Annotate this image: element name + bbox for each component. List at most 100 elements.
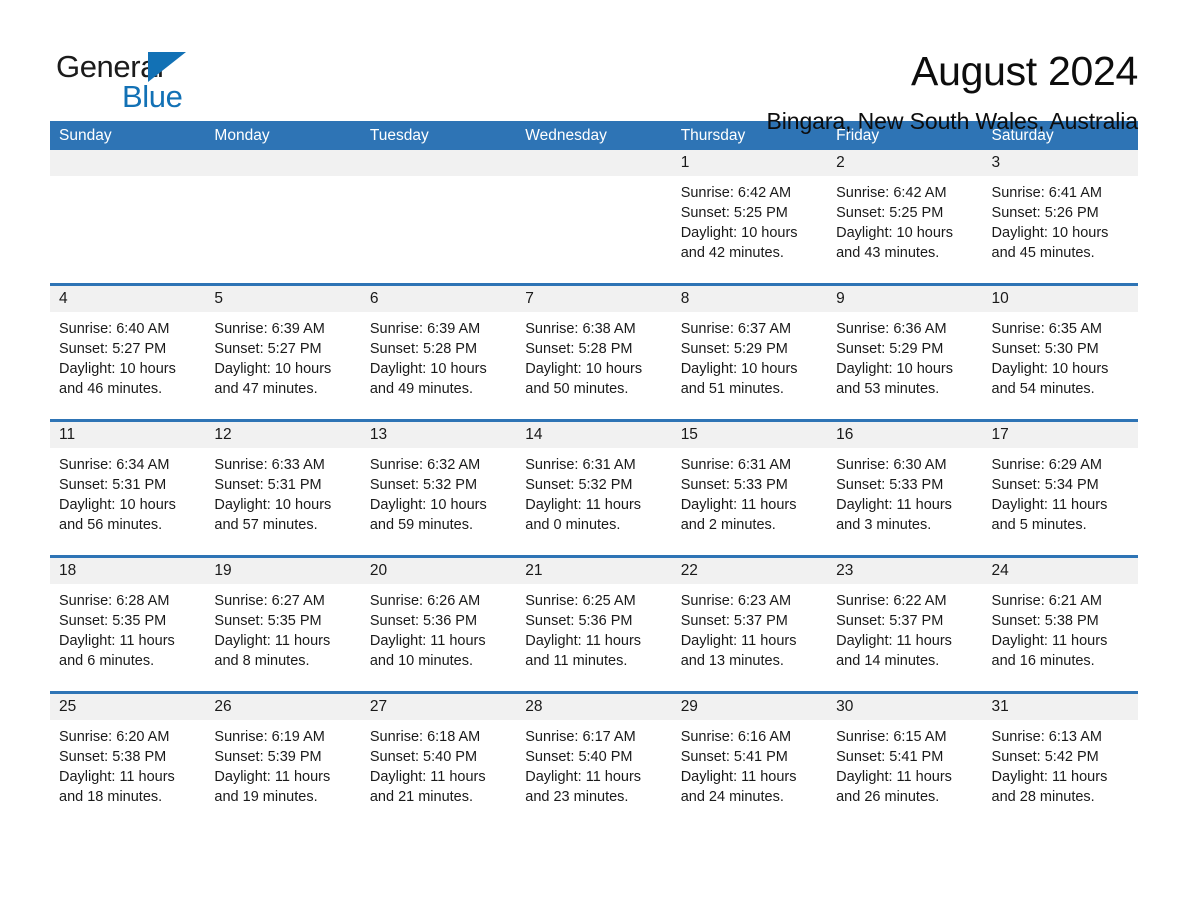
day-cell-12[interactable]: 12 Sunrise: 6:33 AM Sunset: 5:31 PM Dayligh… (205, 422, 361, 548)
day-detail-line: Daylight: 11 hours (991, 497, 1108, 513)
day-detail-line: Sunset: 5:29 PM (836, 341, 944, 357)
day-cell-empty (516, 150, 672, 276)
day-cell-5[interactable]: 5 Sunrise: 6:39 AM Sunset: 5:27 PM Daylight… (205, 286, 361, 412)
day-detail-line: Sunrise: 6:39 AM (214, 321, 325, 337)
general-blue-logo[interactable]: General Blue (50, 44, 200, 118)
day-detail-line: and 21 minutes. (369, 789, 474, 805)
day-cell-15[interactable]: 15 Sunrise: 6:31 AM Sunset: 5:33 PM Dayligh… (671, 422, 828, 548)
day-number (205, 150, 361, 176)
day-detail-line: Sunrise: 6:30 AM (836, 457, 947, 473)
day-cell-14[interactable]: 14 Sunrise: 6:31 AM Sunset: 5:32 PM Dayligh… (516, 422, 672, 548)
day-cell-8[interactable]: 8 Sunrise: 6:37 AM Sunset: 5:29 PM Daylight… (671, 286, 828, 412)
day-detail-line: and 51 minutes. (680, 381, 784, 397)
day-detail-line: Sunset: 5:39 PM (214, 749, 322, 765)
day-number: 25 (50, 694, 206, 720)
day-cell-16[interactable]: 16 Sunrise: 6:30 AM Sunset: 5:33 PM Dayligh… (827, 422, 983, 548)
day-detail-line: Sunrise: 6:42 AM (836, 185, 947, 201)
day-detail-line: Daylight: 11 hours (836, 769, 952, 785)
day-cell-29[interactable]: 29 Sunrise: 6:16 AM Sunset: 5:41 PM Dayligh… (671, 694, 828, 820)
day-detail-line: Sunset: 5:28 PM (369, 341, 478, 357)
day-details: Sunrise: 6:32 AM Sunset: 5:32 PM Daylight:… (360, 448, 517, 548)
day-number: 11 (50, 422, 206, 448)
day-detail-line: Sunrise: 6:37 AM (680, 321, 792, 337)
day-detail-line: Sunrise: 6:34 AM (59, 457, 170, 473)
day-detail-line: Sunrise: 6:38 AM (525, 321, 636, 337)
day-detail-line: Sunrise: 6:42 AM (680, 185, 792, 201)
day-cell-27[interactable]: 27 Sunrise: 6:18 AM Sunset: 5:40 PM Dayligh… (360, 694, 517, 820)
day-detail-line: Sunset: 5:41 PM (836, 749, 944, 765)
day-detail-line: and 43 minutes. (836, 245, 940, 261)
day-number: 26 (205, 694, 361, 720)
day-detail-line: and 10 minutes. (369, 653, 474, 669)
day-cell-23[interactable]: 23 Sunrise: 6:22 AM Sunset: 5:37 PM Dayligh… (827, 558, 983, 684)
calendar-week-row: 18 Sunrise: 6:28 AM Sunset: 5:35 PM Dayligh… (50, 555, 1138, 684)
day-detail-line: Sunset: 5:41 PM (680, 749, 788, 765)
day-cell-24[interactable]: 24 Sunrise: 6:21 AM Sunset: 5:38 PM Dayligh… (982, 558, 1138, 684)
day-detail-line: Daylight: 11 hours (59, 769, 175, 785)
day-details: Sunrise: 6:26 AM Sunset: 5:36 PM Daylight:… (360, 584, 517, 684)
day-detail-line: Sunrise: 6:27 AM (214, 593, 325, 609)
weekday-header-thursday: Thursday (680, 127, 746, 144)
day-detail-line: Sunrise: 6:33 AM (214, 457, 325, 473)
day-cell-9[interactable]: 9 Sunrise: 6:36 AM Sunset: 5:29 PM Daylight… (827, 286, 983, 412)
day-details: Sunrise: 6:21 AM Sunset: 5:38 PM Daylight:… (982, 584, 1138, 684)
day-cell-6[interactable]: 6 Sunrise: 6:39 AM Sunset: 5:28 PM Daylight… (360, 286, 517, 412)
calendar-grid: Sunday Monday Tuesday Wednesday Thursday Frid… (50, 121, 1138, 820)
day-cell-13[interactable]: 13 Sunrise: 6:32 AM Sunset: 5:32 PM Dayligh… (360, 422, 517, 548)
day-detail-line: Sunrise: 6:19 AM (214, 729, 325, 745)
day-cell-11[interactable]: 11 Sunrise: 6:34 AM Sunset: 5:31 PM Dayligh… (50, 422, 206, 548)
day-cell-19[interactable]: 19 Sunrise: 6:27 AM Sunset: 5:35 PM Dayligh… (205, 558, 361, 684)
day-detail-line: and 57 minutes. (214, 517, 318, 533)
day-number (360, 150, 517, 176)
day-cell-25[interactable]: 25 Sunrise: 6:20 AM Sunset: 5:38 PM Dayligh… (50, 694, 206, 820)
day-number: 23 (827, 558, 983, 584)
day-cell-1[interactable]: 1 Sunrise: 6:42 AM Sunset: 5:25 PM Daylight… (671, 150, 828, 276)
day-detail-line: Sunset: 5:27 PM (214, 341, 322, 357)
day-detail-line: Daylight: 11 hours (836, 633, 952, 649)
calendar-weeks: 1 Sunrise: 6:42 AM Sunset: 5:25 PM Daylight… (50, 150, 1138, 820)
day-detail-line: Sunrise: 6:17 AM (525, 729, 636, 745)
day-detail-line: Daylight: 11 hours (59, 633, 175, 649)
day-detail-line: and 54 minutes. (991, 381, 1095, 397)
day-cell-empty (205, 150, 361, 276)
day-number: 9 (827, 286, 983, 312)
day-detail-line: Daylight: 10 hours (214, 361, 332, 377)
day-details: Sunrise: 6:33 AM Sunset: 5:31 PM Daylight:… (205, 448, 361, 548)
day-number: 22 (671, 558, 828, 584)
day-details: Sunrise: 6:36 AM Sunset: 5:29 PM Daylight:… (827, 312, 983, 412)
day-number: 24 (982, 558, 1138, 584)
day-detail-line: Sunset: 5:27 PM (59, 341, 167, 357)
day-number: 30 (827, 694, 983, 720)
day-detail-line: Daylight: 11 hours (214, 769, 331, 785)
day-detail-line: Sunset: 5:26 PM (991, 205, 1099, 221)
day-detail-line: Daylight: 10 hours (680, 361, 798, 377)
day-details: Sunrise: 6:34 AM Sunset: 5:31 PM Daylight:… (50, 448, 206, 548)
day-cell-empty (360, 150, 517, 276)
day-cell-4[interactable]: 4 Sunrise: 6:40 AM Sunset: 5:27 PM Daylight… (50, 286, 206, 412)
day-detail-line: and 45 minutes. (991, 245, 1095, 261)
day-detail-line: Daylight: 10 hours (680, 225, 798, 241)
day-number: 15 (671, 422, 828, 448)
day-details: Sunrise: 6:17 AM Sunset: 5:40 PM Daylight:… (516, 720, 672, 820)
day-cell-28[interactable]: 28 Sunrise: 6:17 AM Sunset: 5:40 PM Dayligh… (516, 694, 672, 820)
day-cell-22[interactable]: 22 Sunrise: 6:23 AM Sunset: 5:37 PM Dayligh… (671, 558, 828, 684)
day-number: 4 (50, 286, 206, 312)
day-cell-20[interactable]: 20 Sunrise: 6:26 AM Sunset: 5:36 PM Dayligh… (360, 558, 517, 684)
day-cell-2[interactable]: 2 Sunrise: 6:42 AM Sunset: 5:25 PM Daylight… (827, 150, 983, 276)
day-detail-line: and 28 minutes. (991, 789, 1095, 805)
day-cell-21[interactable]: 21 Sunrise: 6:25 AM Sunset: 5:36 PM Dayligh… (516, 558, 672, 684)
day-cell-17[interactable]: 17 Sunrise: 6:29 AM Sunset: 5:34 PM Dayligh… (982, 422, 1138, 548)
day-cell-31[interactable]: 31 Sunrise: 6:13 AM Sunset: 5:42 PM Dayligh… (982, 694, 1138, 820)
day-cell-10[interactable]: 10 Sunrise: 6:35 AM Sunset: 5:30 PM Dayligh… (982, 286, 1138, 412)
day-cell-7[interactable]: 7 Sunrise: 6:38 AM Sunset: 5:28 PM Daylight… (516, 286, 672, 412)
day-cell-30[interactable]: 30 Sunrise: 6:15 AM Sunset: 5:41 PM Dayligh… (827, 694, 983, 820)
day-cell-18[interactable]: 18 Sunrise: 6:28 AM Sunset: 5:35 PM Dayligh… (50, 558, 206, 684)
day-detail-line: Daylight: 10 hours (836, 225, 953, 241)
day-cell-26[interactable]: 26 Sunrise: 6:19 AM Sunset: 5:39 PM Dayligh… (205, 694, 361, 820)
day-detail-line: Sunrise: 6:20 AM (59, 729, 170, 745)
day-detail-line: Daylight: 11 hours (214, 633, 331, 649)
day-number: 12 (205, 422, 361, 448)
day-detail-line: Daylight: 11 hours (991, 633, 1108, 649)
day-cell-3[interactable]: 3 Sunrise: 6:41 AM Sunset: 5:26 PM Daylight… (982, 150, 1138, 276)
day-details: Sunrise: 6:40 AM Sunset: 5:27 PM Daylight:… (50, 312, 206, 412)
